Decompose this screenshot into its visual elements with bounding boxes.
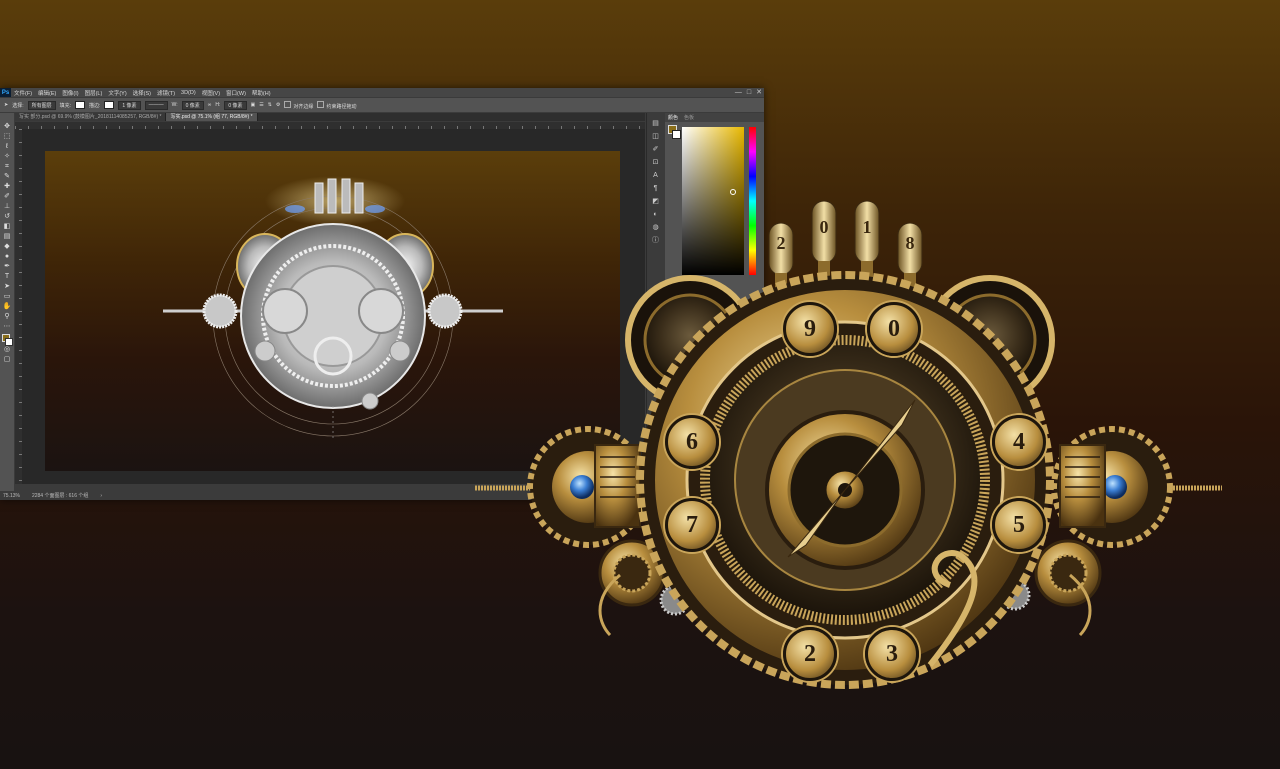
menu-bar: Ps 文件(F) 编辑(E) 图像(I) 图层(L) 文字(Y) 选择(S) 滤…: [0, 88, 764, 97]
dodge-tool-icon[interactable]: ●: [3, 252, 12, 261]
status-arrow-icon[interactable]: ›: [100, 493, 102, 499]
top-digit-1: 1: [862, 217, 872, 237]
crop-tool-icon[interactable]: ⌗: [3, 162, 12, 171]
type-tool-icon[interactable]: T: [3, 272, 12, 281]
arrange-icon[interactable]: ⇅: [268, 102, 272, 108]
steampunk-artwork-graphic: [475, 200, 1222, 689]
minimize-button[interactable]: —: [735, 88, 742, 97]
document-tabs: 写实 部分.psd @ 69.9% (鼓模图片_20181114085257, …: [15, 113, 645, 121]
dial-medallion-3: 3: [865, 627, 919, 681]
eraser-tool-icon[interactable]: ◧: [3, 222, 12, 231]
history-icon[interactable]: ▤: [651, 119, 661, 128]
character-icon[interactable]: A: [651, 171, 661, 180]
lasso-tool-icon[interactable]: ℓ: [3, 142, 12, 151]
healing-brush-tool-icon[interactable]: ✚: [3, 182, 12, 191]
gradient-tool-icon[interactable]: ▤: [3, 232, 12, 241]
menu-help[interactable]: 帮助(H): [249, 89, 274, 97]
stroke-label: 描边:: [89, 102, 101, 109]
tab-swatches[interactable]: 色板: [684, 114, 694, 121]
shape-tool-icon[interactable]: ▭: [3, 292, 12, 301]
path-selection-tool-icon[interactable]: ➤: [3, 282, 12, 291]
document-info: 2284 个面图层 : 616 个组: [31, 493, 89, 499]
link-icon[interactable]: ∞: [208, 102, 212, 108]
align-edges-checkbox[interactable]: 对齐边缘: [284, 100, 313, 110]
marquee-tool-icon[interactable]: ⬚: [3, 132, 12, 141]
dial-medallion-6: 6: [665, 415, 719, 469]
move-tool-icon[interactable]: ✥: [3, 122, 12, 131]
select-mode-dropdown[interactable]: 所有图层: [27, 100, 56, 110]
settings-gear-icon[interactable]: ⚙: [276, 102, 280, 108]
menu-3d[interactable]: 3D(D): [178, 90, 199, 96]
menu-view[interactable]: 视图(V): [199, 89, 223, 97]
quick-mask-icon[interactable]: ◎: [3, 345, 12, 354]
w-label: W:: [171, 102, 178, 108]
blur-tool-icon[interactable]: ◆: [3, 242, 12, 251]
stamp-tool-icon[interactable]: ⊥: [3, 202, 12, 211]
top-digit-2: 2: [776, 233, 786, 253]
more-tools-icon[interactable]: ⋯: [3, 322, 12, 331]
properties-icon[interactable]: ◫: [651, 132, 661, 141]
color-panel-swatches[interactable]: [668, 125, 681, 139]
paragraph-icon[interactable]: ¶: [651, 184, 661, 193]
stroke-width-field[interactable]: 1 像素: [118, 100, 141, 110]
dial-medallion-4: 4: [992, 415, 1046, 469]
screen-mode-icon[interactable]: ▢: [3, 355, 12, 364]
height-field[interactable]: 0 像素: [224, 100, 247, 110]
photoshop-logo: Ps: [0, 88, 11, 97]
tab-document-1[interactable]: 写实 部分.psd @ 69.9% (鼓模图片_20181114085257, …: [15, 113, 167, 121]
options-bar: ➤ 选择: 所有图层 填充: 描边: 1 像素 ——— W: 0 像素 ∞ H:…: [0, 98, 764, 112]
menu-file[interactable]: 文件(F): [11, 89, 35, 97]
brush-panel-icon[interactable]: ✐: [651, 145, 661, 154]
hand-tool-icon[interactable]: ✋: [3, 302, 12, 311]
menu-edit[interactable]: 编辑(E): [35, 89, 59, 97]
menu-image[interactable]: 图像(I): [59, 89, 81, 97]
dial-medallion-0: 0: [867, 302, 921, 356]
dial-medallion-5: 5: [992, 498, 1046, 552]
path-ops-icon[interactable]: ▣: [251, 102, 256, 108]
clone-source-icon[interactable]: ⊡: [651, 158, 661, 167]
tools-panel: ✥ ⬚ ℓ ✧ ⌗ ✎ ✚ ✐ ⊥ ↺ ◧ ▤ ◆ ● ✒ T ➤ ▭ ✋ ⚲ …: [0, 113, 14, 491]
vertical-ruler: [15, 129, 22, 484]
menu-layer[interactable]: 图层(L): [82, 89, 106, 97]
brush-tool-icon[interactable]: ✐: [3, 192, 12, 201]
top-digit-0: 0: [819, 217, 829, 237]
zoom-tool-icon[interactable]: ⚲: [3, 312, 12, 321]
h-label: H:: [215, 102, 221, 108]
maximize-button[interactable]: □: [747, 88, 751, 97]
menu-window[interactable]: 窗口(W): [223, 89, 249, 97]
fill-swatch[interactable]: [75, 101, 85, 109]
magic-wand-tool-icon[interactable]: ✧: [3, 152, 12, 161]
width-field[interactable]: 0 像素: [181, 100, 204, 110]
zoom-level[interactable]: 75.13%: [3, 493, 20, 499]
dial-medallion-2: 2: [783, 627, 837, 681]
close-button[interactable]: ✕: [756, 88, 762, 97]
history-brush-tool-icon[interactable]: ↺: [3, 212, 12, 221]
dial-medallion-9: 9: [783, 302, 837, 356]
menu-select[interactable]: 选择(S): [130, 89, 154, 97]
constrain-path-checkbox[interactable]: 约束路径拖动: [317, 100, 356, 110]
menu-filter[interactable]: 滤镜(T): [154, 89, 178, 97]
menu-type[interactable]: 文字(Y): [105, 89, 129, 97]
dial-medallion-7: 7: [665, 498, 719, 552]
fg-bg-color-swatches[interactable]: [2, 334, 13, 346]
horizontal-ruler: [15, 122, 645, 129]
path-select-tool-icon[interactable]: ➤: [4, 102, 8, 108]
tab-document-2[interactable]: 写实.psd @ 75.1% (组 77, RGB/8#) *: [166, 113, 258, 121]
stroke-swatch[interactable]: [104, 101, 115, 109]
top-digit-8: 8: [905, 233, 915, 253]
pen-tool-icon[interactable]: ✒: [3, 262, 12, 271]
eyedropper-tool-icon[interactable]: ✎: [3, 172, 12, 181]
steampunk-clock-artwork: 2 0 1 8 9 0 6 4 7 5 2 3: [470, 195, 1230, 705]
fill-label: 填充:: [59, 102, 71, 109]
select-label: 选择:: [12, 102, 24, 109]
align-icon[interactable]: ☰: [259, 102, 263, 108]
tab-color[interactable]: 颜色: [668, 114, 678, 121]
stroke-type-dropdown[interactable]: ———: [144, 100, 168, 110]
